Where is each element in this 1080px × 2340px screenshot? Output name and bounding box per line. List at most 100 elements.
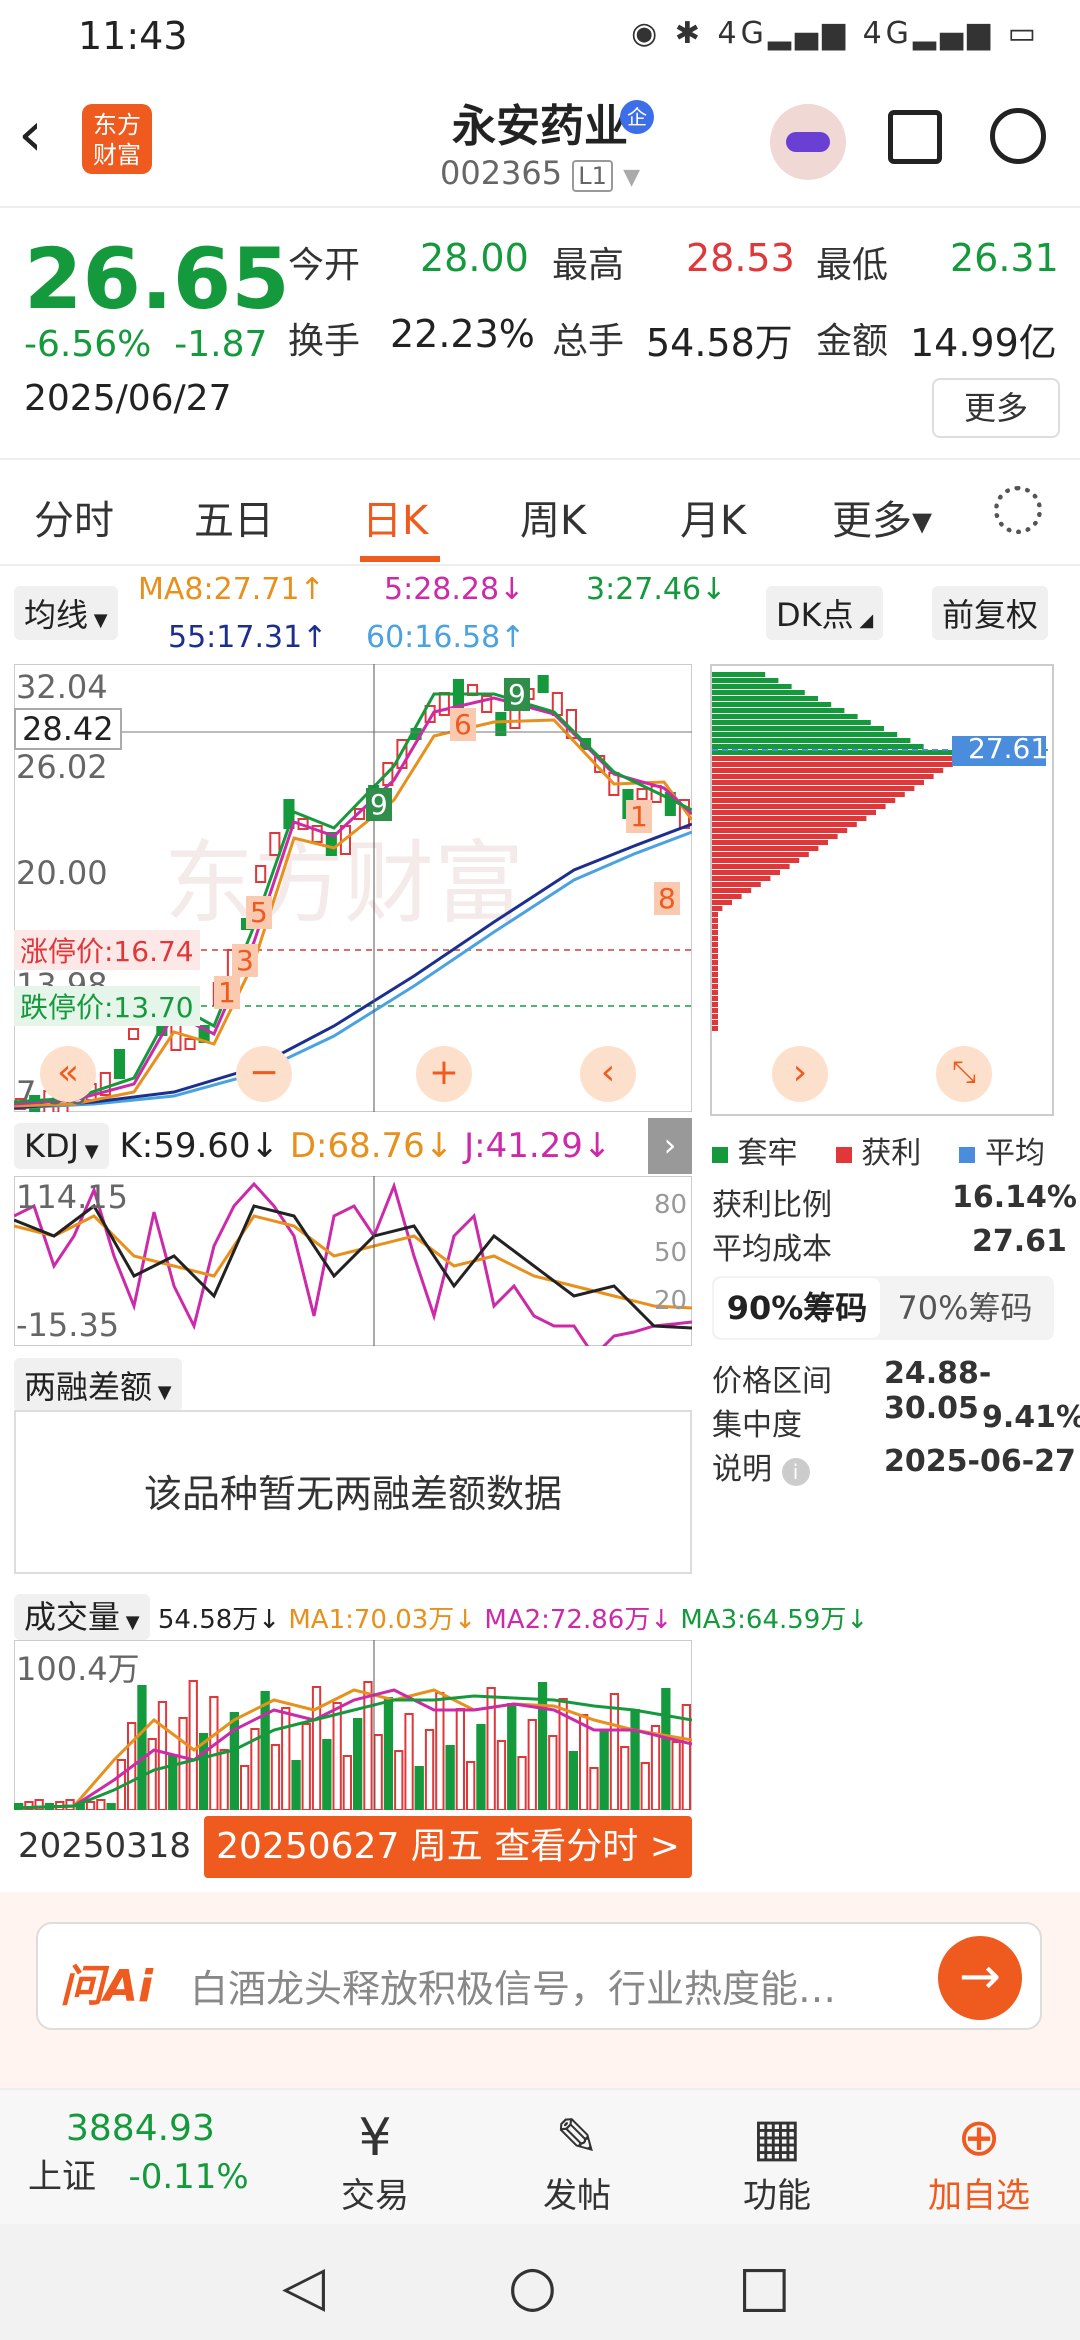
- kdj-chart[interactable]: 114.15 -15.35 80 50 20: [13, 1175, 693, 1359]
- dk-point-selector[interactable]: DK点 ◢: [766, 586, 884, 640]
- bottom-nav: 3884.93 上证 -0.11% ¥ 交易 ✎ 发帖 ▦ 功能 ⊕ 加自选: [0, 2088, 1080, 2226]
- volume-bar: [219, 1749, 229, 1811]
- system-recents-icon[interactable]: □: [738, 2254, 791, 2319]
- index-row: 上证 -0.11%: [28, 2149, 268, 2198]
- chip-bar: [712, 762, 953, 767]
- view-intraday-button[interactable]: 20250627 周五 查看分时 >: [204, 1816, 692, 1878]
- volume-bar: [548, 1735, 558, 1811]
- volume-ma1: MA1:70.03万↓: [288, 1605, 477, 1635]
- chip-bar: [712, 864, 790, 869]
- zoom-in-button[interactable]: +: [416, 1046, 472, 1102]
- margin-selector[interactable]: 两融差额 ▼: [14, 1358, 182, 1412]
- volume-bar: [394, 1750, 404, 1811]
- tab-chip-70[interactable]: 70%筹码: [880, 1278, 1050, 1338]
- volume-bar: [671, 1741, 681, 1811]
- tab-intraday[interactable]: 分时: [34, 488, 114, 546]
- volume-bar: [496, 1740, 507, 1811]
- kdj-selector[interactable]: KDJ ▼: [14, 1123, 109, 1169]
- active-tab-indicator: [360, 556, 440, 562]
- legend-swatch-avg: [959, 1147, 976, 1163]
- volume-bar: [383, 1697, 394, 1811]
- chip-bar: [712, 834, 838, 839]
- chip-bar: [712, 732, 898, 737]
- concentration-label: 集中度: [712, 1408, 802, 1443]
- index-ticker[interactable]: 3884.93 上证 -0.11%: [28, 2108, 268, 2198]
- tab-five-day[interactable]: 五日: [194, 488, 274, 546]
- ai-placeholder: 白酒龙头释放积极信号，行业热度能…: [190, 1967, 837, 2011]
- chip-distribution[interactable]: 27.61 › ⤡: [710, 664, 1054, 1116]
- yen-icon: ¥: [358, 2108, 392, 2168]
- volume-ma2: MA2:72.86万↓: [484, 1605, 673, 1635]
- volume-bar: [661, 1688, 671, 1811]
- tab-weekly-k[interactable]: 周K: [520, 488, 586, 546]
- expand-icon[interactable]: ⤡: [936, 1046, 992, 1102]
- system-home-icon[interactable]: ○: [508, 2254, 557, 2319]
- chevron-down-icon: ▼: [152, 1382, 172, 1403]
- arrow-right-icon[interactable]: →: [938, 1936, 1022, 2020]
- next-button[interactable]: ›: [772, 1046, 828, 1102]
- chip-bar: [712, 744, 924, 749]
- volume-bar: [414, 1766, 424, 1811]
- nav-add-watchlist[interactable]: ⊕ 加自选: [914, 2108, 1044, 2217]
- chip-bar: [712, 882, 761, 887]
- index-name: 上证: [28, 2157, 96, 2197]
- chip-bar: [712, 930, 718, 935]
- limit-down-label: 跌停价:13.70: [14, 986, 200, 1026]
- marker-9-mid: 9: [366, 788, 392, 821]
- chip-bar: [712, 876, 771, 881]
- nav-trade[interactable]: ¥ 交易: [310, 2108, 440, 2217]
- ma-selector[interactable]: 均线 ▼: [14, 586, 118, 640]
- kdj-level-80: 80: [654, 1190, 688, 1220]
- chip-bar: [712, 948, 718, 953]
- scroll-left-button[interactable]: «: [40, 1046, 96, 1102]
- nav-add-watchlist-label: 加自选: [928, 2176, 1030, 2216]
- chip-bar: [712, 780, 924, 785]
- chip-bar: [712, 726, 884, 731]
- amount-value: 14.99亿: [910, 321, 1057, 365]
- kdj-y-max: 114.15: [16, 1178, 128, 1216]
- profit-ratio-label: 获利比例: [712, 1188, 832, 1223]
- volume-selector[interactable]: 成交量 ▼: [14, 1594, 150, 1640]
- chip-bar: [712, 846, 819, 851]
- volume-bar: [106, 1803, 116, 1811]
- note-value: 2025-06-27: [884, 1444, 1076, 1479]
- system-back-icon[interactable]: ◁: [282, 2254, 325, 2319]
- avg-cost-label: 平均成本: [712, 1232, 832, 1267]
- chip-bar: [712, 1002, 718, 1007]
- marker-9-top: 9: [504, 678, 530, 711]
- chip-bar: [712, 918, 718, 923]
- zoom-out-button[interactable]: −: [236, 1046, 292, 1102]
- marker-1b: 1: [626, 800, 652, 833]
- tab-monthly-k[interactable]: 月K: [680, 488, 746, 546]
- info-icon[interactable]: i: [781, 1458, 810, 1486]
- grid-icon: ▦: [752, 2108, 802, 2168]
- volume-chart[interactable]: 100.4万: [13, 1639, 693, 1811]
- volume-bar: [424, 1729, 435, 1811]
- share-icon[interactable]: [888, 110, 942, 164]
- ai-assistant-avatar[interactable]: [770, 104, 846, 180]
- volume-bar: [507, 1703, 517, 1811]
- tab-daily-k[interactable]: 日K: [362, 488, 428, 546]
- legend-swatch-trapped: [712, 1147, 728, 1163]
- chip-bar: [712, 768, 944, 773]
- volume-bar: [476, 1724, 486, 1811]
- search-icon[interactable]: [990, 108, 1046, 164]
- adjust-selector[interactable]: 前复权: [932, 586, 1049, 640]
- prev-button[interactable]: ‹: [580, 1046, 636, 1102]
- nav-functions[interactable]: ▦ 功能: [712, 2108, 842, 2217]
- amount-label: 金额: [816, 321, 889, 362]
- tab-more[interactable]: 更多▾: [832, 488, 932, 546]
- chevron-down-icon: ▼: [79, 1141, 99, 1162]
- chip-bar: [712, 684, 792, 689]
- ai-input[interactable]: 问Ai 白酒龙头释放积极信号，行业热度能… →: [36, 1922, 1042, 2030]
- change-amount: -1.87: [174, 324, 268, 365]
- nav-post[interactable]: ✎ 发帖: [512, 2108, 642, 2217]
- more-button[interactable]: 更多: [932, 378, 1060, 438]
- gear-icon[interactable]: [994, 486, 1042, 534]
- tab-chip-90[interactable]: 90%筹码: [714, 1278, 880, 1338]
- candlestick-chart[interactable]: 东方财富 32.04 28.42 26.02 20.00 13.98 7.96 …: [13, 663, 694, 1115]
- index-value: 3884.93: [66, 2108, 215, 2149]
- volume-selector-label: 成交量: [24, 1598, 121, 1636]
- chevron-right-icon[interactable]: ›: [648, 1118, 692, 1174]
- volume-bar: [137, 1685, 147, 1811]
